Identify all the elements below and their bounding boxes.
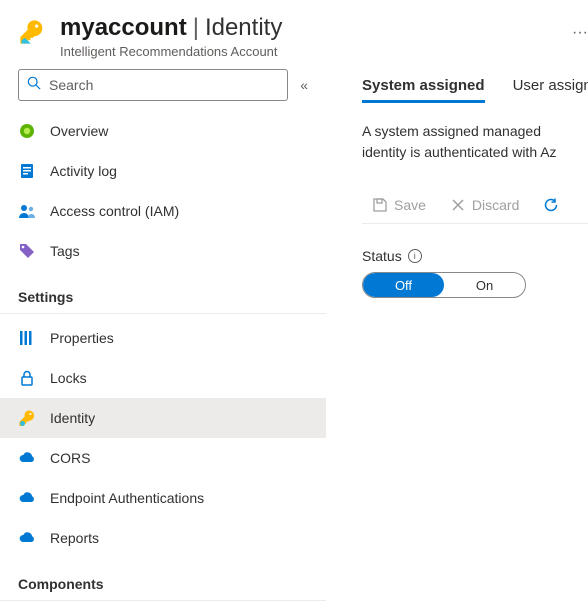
sidebar-item-label: CORS: [50, 450, 90, 466]
tag-icon: [18, 242, 36, 260]
identity-key-icon: [18, 409, 36, 427]
toggle-on[interactable]: On: [444, 273, 525, 297]
tab-bar: System assigned User assigned: [362, 77, 588, 103]
sidebar-item-label: Tags: [50, 243, 80, 259]
sidebar-item-reports[interactable]: Reports: [0, 518, 326, 558]
main-content: System assigned User assigned A system a…: [326, 69, 588, 613]
section-header-components: Components: [0, 558, 326, 601]
sidebar-item-activity-log[interactable]: Activity log: [0, 151, 326, 191]
sidebar-item-access-control[interactable]: Access control (IAM): [0, 191, 326, 231]
sidebar-item-overview[interactable]: Overview: [0, 111, 326, 151]
tab-system-assigned[interactable]: System assigned: [362, 77, 485, 103]
close-icon: [450, 197, 466, 213]
refresh-button[interactable]: [533, 193, 569, 217]
sidebar-item-label: Endpoint Authentications: [50, 490, 204, 506]
sidebar-item-label: Activity log: [50, 163, 117, 179]
page-title-separator: |: [193, 14, 199, 42]
sidebar-item-label: Overview: [50, 123, 108, 139]
properties-icon: [18, 329, 36, 347]
toolbar: Save Discard: [362, 187, 588, 224]
sidebar-item-label: Reports: [50, 530, 99, 546]
tab-user-assigned[interactable]: User assigned: [513, 77, 588, 103]
sidebar-item-label: Identity: [50, 410, 95, 426]
more-actions-button[interactable]: ···: [572, 24, 588, 42]
sidebar-item-identity[interactable]: Identity: [0, 398, 326, 438]
sidebar-item-tags[interactable]: Tags: [0, 231, 326, 271]
info-icon[interactable]: i: [408, 249, 422, 263]
sidebar: « Overview Activity log Access control (…: [0, 69, 326, 613]
sidebar-item-label: Access control (IAM): [50, 203, 179, 219]
collapse-sidebar-button[interactable]: «: [300, 77, 308, 93]
people-icon: [18, 202, 36, 220]
refresh-icon: [543, 197, 559, 213]
page-header: myaccount | Identity Intelligent Recomme…: [0, 0, 588, 69]
key-resource-icon: [18, 18, 46, 46]
search-input[interactable]: [49, 77, 279, 93]
cloud-icon: [18, 529, 36, 547]
lock-icon: [18, 369, 36, 387]
search-icon: [27, 76, 41, 95]
sidebar-item-label: Locks: [50, 370, 87, 386]
sidebar-item-cors[interactable]: CORS: [0, 438, 326, 478]
sidebar-item-endpoint-authentications[interactable]: Endpoint Authentications: [0, 478, 326, 518]
page-title-account: myaccount: [60, 14, 187, 42]
cloud-icon: [18, 489, 36, 507]
toggle-off[interactable]: Off: [363, 273, 444, 297]
search-box[interactable]: [18, 69, 288, 101]
save-icon: [372, 197, 388, 213]
status-toggle[interactable]: Off On: [362, 272, 526, 298]
cloud-icon: [18, 449, 36, 467]
status-label: Status: [362, 248, 402, 264]
activity-log-icon: [18, 162, 36, 180]
description-text: A system assigned managed identity is au…: [362, 121, 588, 163]
page-title-section: Identity: [205, 14, 282, 42]
overview-icon: [18, 122, 36, 140]
sidebar-item-locks[interactable]: Locks: [0, 358, 326, 398]
section-header-settings: Settings: [0, 271, 326, 314]
sidebar-item-properties[interactable]: Properties: [0, 318, 326, 358]
sidebar-item-label: Properties: [50, 330, 114, 346]
discard-button[interactable]: Discard: [440, 193, 529, 217]
page-subtitle: Intelligent Recommendations Account: [60, 44, 538, 59]
save-button[interactable]: Save: [362, 193, 436, 217]
